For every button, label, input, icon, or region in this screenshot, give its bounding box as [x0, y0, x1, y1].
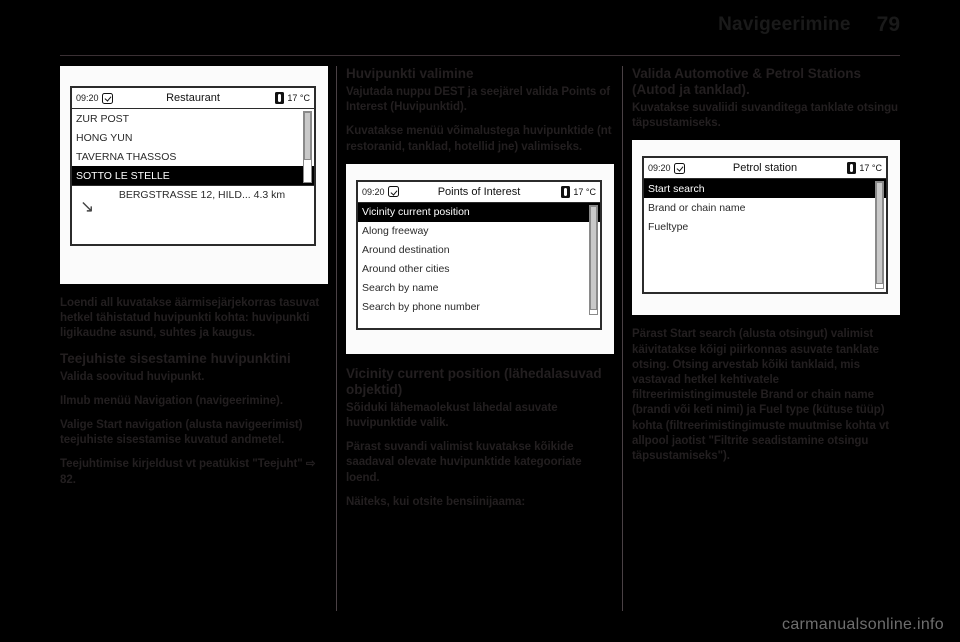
list-item-selected[interactable]: Vicinity current position ❯	[358, 202, 600, 222]
display-list-petrol: Start search ❯ Brand or chain name ❯ Fue…	[644, 179, 886, 290]
list-item[interactable]: ZUR POST ❯	[72, 109, 314, 128]
list-item[interactable]: Along freeway ❯	[358, 222, 600, 241]
list-item-label: Fueltype	[648, 220, 689, 233]
infotainment-display-restaurant: 09:20 Restaurant 17 °C ZUR POST ❯ HONG Y…	[70, 86, 316, 246]
list-item-label: Search by name	[362, 282, 439, 295]
paragraph-poi-list-info: Loendi all kuvatakse äärmisejärjekorras …	[60, 297, 320, 340]
list-item-label: Along freeway	[362, 225, 429, 238]
paragraph-dest-button: Vajutada nuppu DEST ja seejärel valida P…	[346, 86, 611, 114]
paragraph-example-intro: Näiteks, kui otsite bensiinijaama:	[346, 495, 526, 508]
heading-automotive-petrol: Valida Automotive & Petrol Stations (Aut…	[632, 66, 862, 97]
column-left: 09:20 Restaurant 17 °C ZUR POST ❯ HONG Y…	[60, 66, 328, 611]
paragraph-vicinity-desc: Sõiduki lähemaolekust lähedal asuvate hu…	[346, 401, 558, 430]
scrollbar-track[interactable]	[303, 111, 312, 183]
display-status-right: 17 °C	[561, 185, 596, 198]
scrollbar-thumb[interactable]	[876, 182, 883, 285]
heading-route-guidance: Teejuhiste sisestamine huvipunktini	[60, 350, 291, 366]
list-item-selected[interactable]: SOTTO LE STELLE ❯	[72, 166, 314, 185]
list-item[interactable]: Search by phone number ❯	[358, 298, 600, 317]
paragraph-poi-menu: Kuvatakse menüü võimalustega huvipunktid…	[346, 125, 612, 153]
page-header: Navigeerimine 79	[60, 14, 900, 54]
list-item[interactable]: Brand or chain name ❯	[644, 198, 886, 217]
paragraph-select-poi: Valida soovitud huvipunkt.	[60, 370, 205, 383]
list-item-label: TAVERNA THASSOS	[76, 150, 177, 163]
list-item[interactable]: Around destination ❯	[358, 241, 600, 260]
paragraph-start-navigation: Valige Start navigation (alusta navigeer…	[60, 419, 303, 447]
infotainment-display-petrol: 09:20 Petrol station 17 °C Start search …	[642, 156, 888, 295]
figure-petrol-station: 09:20 Petrol station 17 °C Start search …	[632, 140, 900, 316]
paragraph-guidance-reference: Teejuhtimise kirjeldust vt peatükist "Te…	[60, 458, 316, 486]
heading-vicinity-current-position: Vicinity current position (lähedalasuvad…	[346, 365, 602, 397]
list-item[interactable]: HONG YUN ❯	[72, 128, 314, 147]
paragraph-nav-menu: Ilmub menüü Navigation (navigeerimine).	[60, 394, 283, 407]
paragraph-start-search-desc: Pärast Start search (alusta otsingut) va…	[632, 328, 890, 463]
temperature-label: 17 °C	[859, 163, 882, 174]
list-item-label: ZUR POST	[76, 112, 130, 125]
display-status-right: 17 °C	[847, 162, 882, 175]
scrollbar-track[interactable]	[875, 181, 884, 290]
display-footer: ↘ BERGSTRASSE 12, HILD... 4.3 km	[72, 185, 314, 223]
list-item[interactable]: TAVERNA THASSOS ❯	[72, 147, 314, 166]
watermark: carmanualsonline.info	[782, 616, 944, 633]
display-status-bar: 09:20 Petrol station 17 °C	[644, 158, 886, 180]
list-item-label: Brand or chain name	[648, 201, 746, 214]
display-status-right: 17 °C	[275, 92, 310, 104]
page-number: 79	[876, 13, 900, 36]
column-divider-1	[328, 66, 346, 611]
column-middle: Huvipunkti valimine Vajutada nuppu DEST …	[346, 66, 614, 611]
list-item-selected[interactable]: Start search ❯	[644, 179, 886, 199]
temperature-label: 17 °C	[573, 186, 596, 197]
scrollbar-thumb[interactable]	[590, 205, 597, 310]
infotainment-display-poi: 09:20 Points of Interest 17 °C Vicinity …	[356, 179, 602, 330]
list-item-label: Around destination	[362, 244, 450, 257]
figure-points-of-interest: 09:20 Points of Interest 17 °C Vicinity …	[346, 163, 614, 354]
display-status-bar: 09:20 Points of Interest 17 °C	[358, 182, 600, 203]
display-status-bar: 09:20 Restaurant 17 °C	[72, 88, 314, 109]
display-list-restaurant: ZUR POST ❯ HONG YUN ❯ TAVERNA THASSOS ❯ …	[72, 109, 314, 185]
list-item-label: Vicinity current position	[362, 206, 470, 219]
thermometer-icon	[847, 162, 857, 175]
heading-poi-selection: Huvipunkti valimine	[346, 66, 474, 81]
scrollbar-track[interactable]	[589, 204, 598, 315]
list-item-label: Start search	[648, 182, 705, 195]
list-item[interactable]: Fueltype ❯	[644, 217, 886, 236]
content-columns: 09:20 Restaurant 17 °C ZUR POST ❯ HONG Y…	[60, 66, 900, 611]
thermometer-icon	[561, 185, 571, 198]
paragraph-refine-search: Kuvatakse suvaliidi suvanditega tanklate…	[632, 102, 899, 130]
header-divider	[60, 55, 900, 56]
temperature-label: 17 °C	[287, 93, 310, 103]
display-list-poi: Vicinity current position ❯ Along freewa…	[358, 202, 600, 317]
list-item-label: Around other cities	[362, 263, 450, 276]
destination-address: BERGSTRASSE 12, HILD... 4.3 km	[118, 189, 286, 201]
figure-restaurant-list: 09:20 Restaurant 17 °C ZUR POST ❯ HONG Y…	[60, 66, 328, 284]
list-item-label: SOTTO LE STELLE	[76, 169, 170, 182]
column-divider-2	[614, 66, 632, 611]
column-right: Valida Automotive & Petrol Stations (Aut…	[632, 66, 900, 611]
list-item[interactable]: Around other cities ❯	[358, 260, 600, 279]
list-item-label: Search by phone number	[362, 301, 480, 314]
page-title: Navigeerimine	[718, 14, 851, 35]
paragraph-category-list: Pärast suvandi valimist kuvatakse kõikid…	[346, 441, 582, 484]
thermometer-icon	[275, 92, 285, 104]
list-item[interactable]: Search by name ❯	[358, 279, 600, 298]
list-item-label: HONG YUN	[76, 131, 133, 144]
scrollbar-thumb[interactable]	[304, 112, 311, 160]
turn-arrow-icon: ↘	[80, 197, 95, 216]
